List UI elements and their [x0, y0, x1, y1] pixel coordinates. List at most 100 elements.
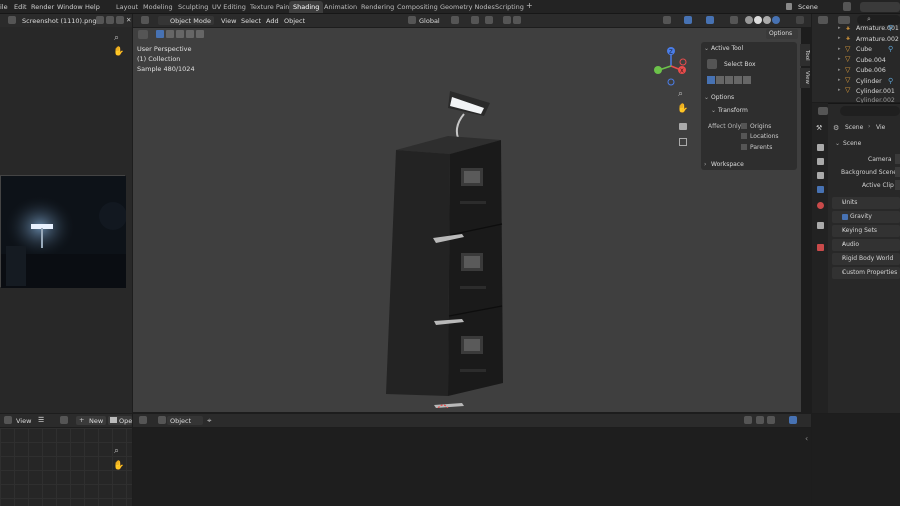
- outliner-item-cylinder-001[interactable]: Cylinder.001: [856, 88, 895, 95]
- section-rigid-body-world[interactable]: › Rigid Body World: [832, 253, 900, 265]
- object-type-icon[interactable]: [158, 416, 166, 424]
- expand-icon[interactable]: ▸: [838, 67, 841, 73]
- close-icon[interactable]: ✕: [126, 16, 131, 24]
- menu-view[interactable]: View: [221, 17, 236, 25]
- open-button[interactable]: Ope: [108, 416, 132, 425]
- world-properties-icon[interactable]: [817, 202, 824, 209]
- mode-subtract-icon[interactable]: [725, 76, 733, 84]
- mode-intersect-icon[interactable]: [743, 76, 751, 84]
- view-layer-field[interactable]: [860, 2, 900, 12]
- outliner-type-icon[interactable]: [818, 16, 828, 24]
- gravity-checkbox[interactable]: [842, 214, 848, 220]
- menu-window[interactable]: Window: [57, 3, 83, 11]
- navigation-gizmo[interactable]: Z X: [651, 44, 691, 86]
- node-editor-canvas[interactable]: [133, 428, 811, 506]
- select-extend-icon[interactable]: [166, 30, 174, 38]
- snap-icon[interactable]: [744, 416, 752, 424]
- browse-icon[interactable]: [60, 416, 68, 424]
- menu-file[interactable]: ile: [0, 3, 8, 11]
- snap-mode-icon[interactable]: [767, 416, 775, 424]
- menu-add[interactable]: Add: [266, 17, 279, 25]
- select-tool-icon[interactable]: [138, 30, 148, 39]
- new-button[interactable]: + New: [76, 416, 106, 425]
- outliner-search-input[interactable]: ⌕: [857, 15, 900, 25]
- active-clip-field[interactable]: [895, 180, 900, 190]
- tab-texture-paint[interactable]: Texture Paint: [250, 3, 292, 11]
- camera-field[interactable]: [895, 154, 900, 164]
- chevron-right-icon[interactable]: ›: [704, 161, 706, 168]
- gizmo-toggle-icon[interactable]: [684, 16, 692, 24]
- section-units[interactable]: › Units: [832, 197, 900, 209]
- tab-rendering[interactable]: Rendering: [361, 3, 394, 11]
- viewport-editor-type-icon[interactable]: [141, 16, 149, 24]
- tab-geometry-nodes[interactable]: Geometry Nodes: [440, 3, 495, 11]
- scene-section-title[interactable]: Scene: [843, 140, 861, 147]
- background-scene-field[interactable]: [895, 167, 900, 177]
- zoom-icon[interactable]: ⌕: [114, 33, 119, 43]
- ortho-grid-icon[interactable]: [679, 138, 687, 146]
- rendered-shading-icon[interactable]: [772, 16, 780, 24]
- xray-icon[interactable]: [730, 16, 738, 24]
- section-audio[interactable]: › Audio: [832, 239, 900, 251]
- display-mode-icon[interactable]: [838, 16, 850, 24]
- options-title[interactable]: Options: [711, 94, 734, 101]
- collection-properties-icon[interactable]: [817, 222, 824, 229]
- outliner-item-cube-004[interactable]: Cube.004: [856, 57, 886, 64]
- open-image-icon[interactable]: [116, 16, 124, 24]
- locations-checkbox[interactable]: [741, 133, 747, 139]
- proportional-edit-icon[interactable]: [503, 16, 511, 24]
- pan-hand-icon[interactable]: ✋: [677, 104, 688, 114]
- sidebar-toggle-icon[interactable]: ‹: [805, 434, 808, 443]
- mode-invert-icon[interactable]: [734, 76, 742, 84]
- overlay-icon[interactable]: [756, 416, 764, 424]
- tab-sculpting[interactable]: Sculpting: [178, 3, 208, 11]
- section-custom-properties[interactable]: › Custom Properties: [832, 267, 900, 279]
- chevron-down-icon[interactable]: ⌄: [704, 94, 709, 101]
- pan-hand-icon[interactable]: ✋: [113, 47, 124, 57]
- snap-icon[interactable]: [471, 16, 479, 24]
- mode-set-icon[interactable]: [707, 76, 715, 84]
- expand-icon[interactable]: ▸: [838, 25, 841, 31]
- menu-edit[interactable]: Edit: [14, 3, 27, 11]
- workspace-title[interactable]: Workspace: [711, 161, 744, 168]
- texture-properties-icon[interactable]: [817, 244, 824, 251]
- scene-properties-icon[interactable]: [817, 186, 824, 193]
- tab-compositing[interactable]: Compositing: [397, 3, 438, 11]
- node-overlay-icon[interactable]: [789, 416, 797, 424]
- pivot-icon[interactable]: [451, 16, 459, 24]
- chevron-down-icon[interactable]: ⌄: [704, 45, 709, 52]
- options-dropdown[interactable]: Options: [766, 29, 798, 39]
- properties-search-input[interactable]: [840, 106, 900, 116]
- pin-icon[interactable]: ⌖: [207, 416, 212, 426]
- visibility-icon[interactable]: [663, 16, 671, 24]
- transform-title[interactable]: Transform: [718, 107, 748, 114]
- shader-type-dropdown[interactable]: Object: [167, 416, 203, 425]
- render-properties-icon[interactable]: [817, 144, 824, 151]
- expand-icon[interactable]: ▸: [838, 87, 841, 93]
- zoom-icon[interactable]: ⌕: [114, 446, 119, 456]
- chevron-down-icon[interactable]: ⌄: [711, 107, 716, 114]
- properties-type-icon[interactable]: [818, 107, 828, 115]
- select-subtract-icon[interactable]: [176, 30, 184, 38]
- bottom-left-canvas[interactable]: ⌕ ✋: [0, 428, 132, 506]
- section-keying-sets[interactable]: › Keying Sets: [832, 225, 900, 237]
- tab-shading[interactable]: Shading: [289, 1, 324, 13]
- wireframe-shading-icon[interactable]: [745, 16, 753, 24]
- image-filename[interactable]: Screenshot (1110).png: [22, 17, 97, 25]
- menu-object[interactable]: Object: [284, 17, 305, 25]
- view-layer-properties-icon[interactable]: [817, 172, 824, 179]
- menu-view[interactable]: View: [16, 417, 31, 425]
- editor-type-icon[interactable]: [8, 16, 16, 24]
- mode-extend-icon[interactable]: [716, 76, 724, 84]
- orientation-icon[interactable]: [408, 16, 416, 24]
- menu-select[interactable]: Select: [241, 17, 261, 25]
- select-box-icon[interactable]: [707, 59, 717, 69]
- select-intersect-icon[interactable]: [196, 30, 204, 38]
- tab-layout[interactable]: Layout: [116, 3, 138, 11]
- mode-dropdown[interactable]: Object Mode: [158, 16, 214, 25]
- expand-icon[interactable]: ▸: [838, 77, 841, 83]
- camera-view-icon[interactable]: [679, 123, 687, 130]
- snap-target-icon[interactable]: [485, 16, 493, 24]
- falloff-icon[interactable]: [513, 16, 521, 24]
- active-tool-title[interactable]: Active Tool: [711, 45, 743, 52]
